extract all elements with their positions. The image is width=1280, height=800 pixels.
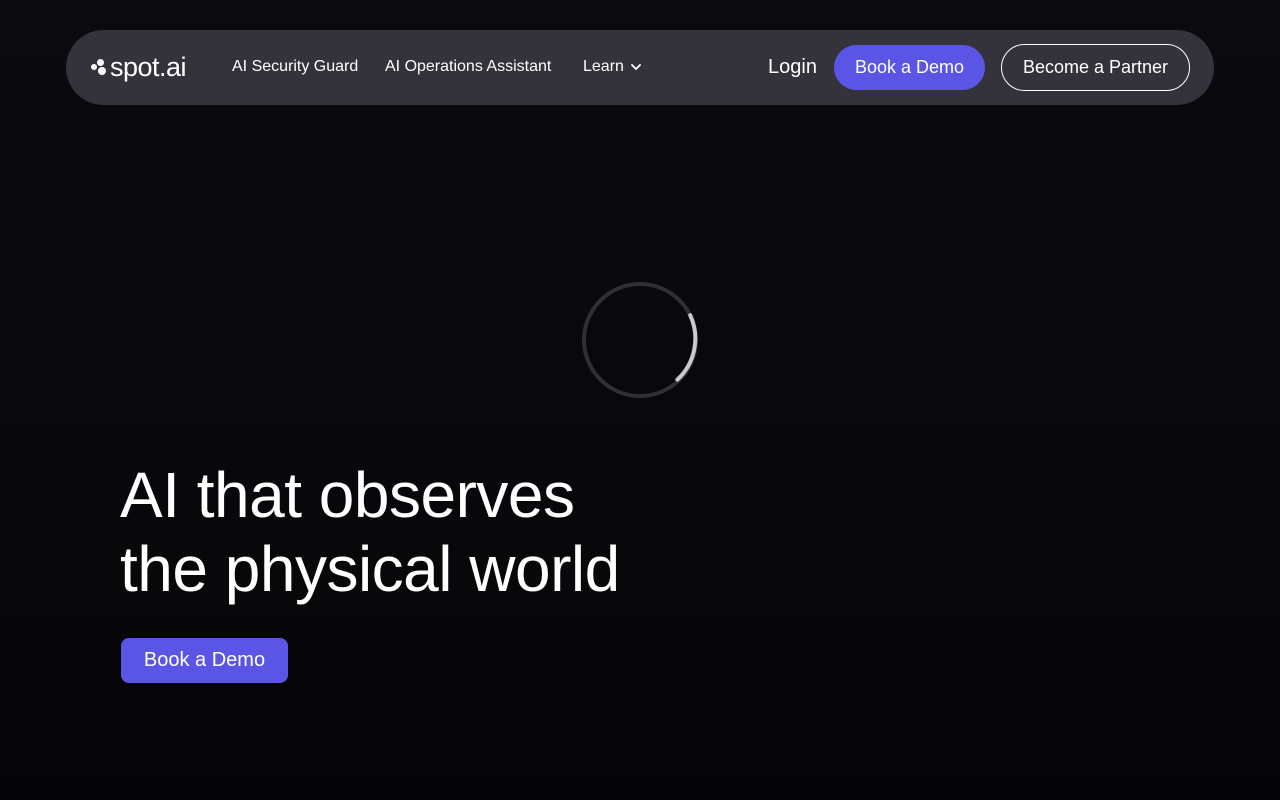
logo-dots-icon — [90, 57, 108, 77]
login-link[interactable]: Login — [768, 56, 817, 78]
nav-link-ai-operations-assistant[interactable]: AI Operations Assistant — [385, 57, 551, 77]
hero-title-line-1: AI that observes — [120, 459, 575, 531]
spot-ai-logo[interactable]: spot.ai — [90, 52, 187, 82]
loading-spinner-icon — [582, 282, 698, 398]
nav-link-learn[interactable]: Learn — [583, 57, 642, 77]
become-partner-button[interactable]: Become a Partner — [1001, 44, 1190, 91]
book-demo-nav-button[interactable]: Book a Demo — [834, 45, 985, 90]
logo-text: spot.ai — [110, 52, 187, 82]
nav-link-learn-label: Learn — [583, 58, 624, 75]
nav-link-ai-security-guard[interactable]: AI Security Guard — [232, 57, 358, 77]
hero-title: AI that observes the physical world — [120, 458, 820, 606]
top-navbar: spot.ai AI Security Guard AI Operations … — [66, 30, 1214, 105]
chevron-down-icon — [631, 64, 641, 70]
book-demo-hero-button[interactable]: Book a Demo — [121, 638, 288, 683]
hero-title-line-2: the physical world — [120, 533, 620, 605]
